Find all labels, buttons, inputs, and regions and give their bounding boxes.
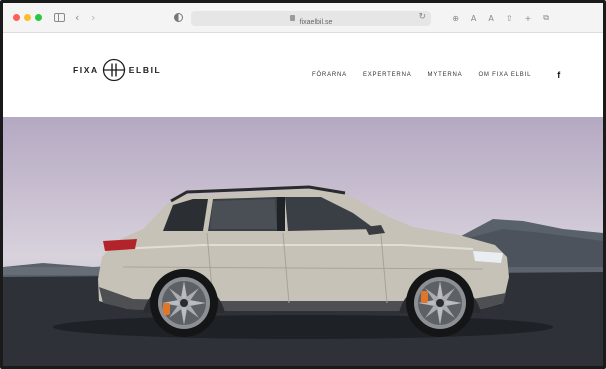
address-bar[interactable]: fixaelbil.se ↻ bbox=[191, 11, 431, 26]
site-header: FIXA ELBIL FÖRARNA EXPERTERNA MYTERNA OM… bbox=[3, 33, 603, 117]
rear-wheel bbox=[150, 269, 218, 337]
browser-window: ‹ › fixaelbil.se ↻ ⊕ A A ⇧ + ⧉ FIXA ELBI bbox=[0, 0, 606, 369]
electric-suv-illustration bbox=[3, 185, 603, 366]
main-nav: FÖRARNA EXPERTERNA MYTERNA OM FIXA ELBIL… bbox=[312, 71, 560, 80]
back-icon[interactable]: ‹ bbox=[75, 11, 79, 24]
toolbar-right-icons: ⊕ A A ⇧ + ⧉ bbox=[452, 11, 549, 25]
download-icon[interactable]: ⊕ bbox=[452, 14, 459, 23]
site-logo[interactable]: FIXA ELBIL bbox=[73, 57, 161, 83]
close-window-button[interactable] bbox=[13, 14, 20, 21]
tab-overview-icon[interactable]: ⧉ bbox=[543, 13, 549, 23]
sidebar-icon[interactable] bbox=[54, 13, 65, 22]
tracker-shield-icon[interactable] bbox=[174, 13, 183, 22]
nav-item-myterna[interactable]: MYTERNA bbox=[428, 72, 463, 78]
url-text: fixaelbil.se bbox=[299, 19, 333, 26]
new-tab-icon[interactable]: + bbox=[525, 14, 532, 23]
text-size-large-icon[interactable]: A bbox=[488, 14, 493, 23]
logo-text-right: ELBIL bbox=[128, 65, 162, 75]
nav-item-experterna[interactable]: EXPERTERNA bbox=[363, 72, 412, 78]
lock-icon bbox=[290, 15, 295, 21]
nav-item-om-fixa-elbil[interactable]: OM FIXA ELBIL bbox=[478, 72, 531, 78]
logo-plug-icon bbox=[102, 58, 125, 82]
minimize-window-button[interactable] bbox=[24, 14, 31, 21]
share-icon[interactable]: ⇧ bbox=[506, 14, 513, 23]
facebook-icon[interactable]: f bbox=[557, 71, 560, 80]
browser-toolbar: ‹ › fixaelbil.se ↻ ⊕ A A ⇧ + ⧉ bbox=[3, 3, 603, 33]
logo-text-left: FIXA bbox=[73, 65, 99, 75]
reload-icon[interactable]: ↻ bbox=[418, 12, 426, 22]
hero-image bbox=[3, 117, 603, 366]
zoom-window-button[interactable] bbox=[35, 14, 42, 21]
front-wheel bbox=[406, 269, 474, 337]
forward-icon[interactable]: › bbox=[91, 11, 95, 24]
nav-item-forarna[interactable]: FÖRARNA bbox=[312, 72, 347, 78]
text-size-small-icon[interactable]: A bbox=[471, 14, 476, 23]
